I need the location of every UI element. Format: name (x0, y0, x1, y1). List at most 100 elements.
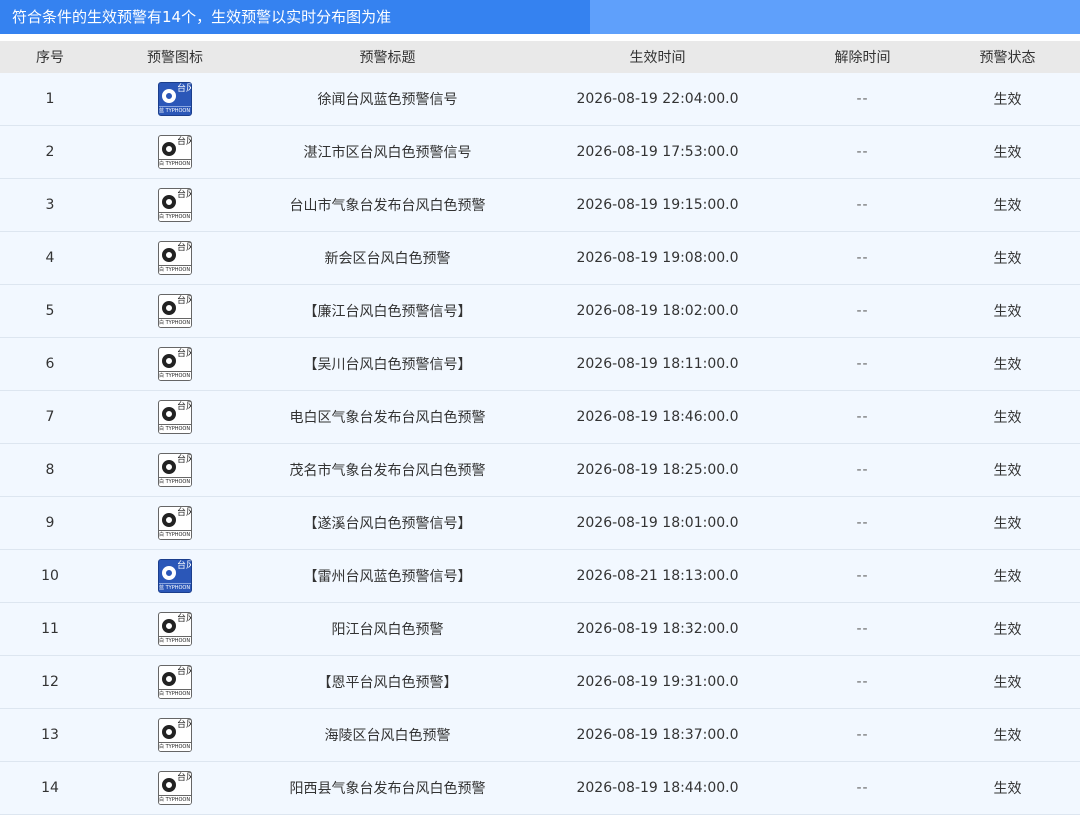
row-icon-cell: 台风白 TYPHOON (100, 656, 250, 708)
row-title[interactable]: 湛江市区台风白色预警信号 (250, 126, 525, 178)
row-release-time: -- (856, 515, 869, 531)
swirl-mark (162, 301, 176, 315)
banner-text: 符合条件的生效预警有14个，生效预警以实时分布图为准 (12, 8, 392, 26)
sign-strip: 白 TYPHOON (159, 530, 191, 539)
swirl-mark (162, 725, 176, 739)
row-effective-time: 2026-08-19 18:11:00.0 (576, 356, 739, 372)
row-title[interactable]: 【雷州台风蓝色预警信号】 (250, 550, 525, 602)
sign-en: TYPHOON (165, 267, 191, 273)
row-seq: 12 (41, 674, 59, 690)
row-title[interactable]: 【廉江台风白色预警信号】 (250, 285, 525, 337)
row-effective-time: 2026-08-19 17:53:00.0 (576, 144, 739, 160)
header-icon: 预警图标 (147, 50, 203, 66)
sign-strip: 白 TYPHOON (159, 371, 191, 380)
row-release-time: -- (856, 303, 869, 319)
table-row[interactable]: 2 台风白 TYPHOON 湛江市区台风白色预警信号 2026-08-19 17:53… (0, 126, 1080, 179)
row-status: 生效 (993, 675, 1022, 691)
sign-en: TYPHOON (165, 797, 191, 803)
row-release-time: -- (856, 621, 869, 637)
sign-strip: 白 TYPHOON (159, 636, 191, 645)
row-title[interactable]: 茂名市气象台发布台风白色预警 (250, 444, 525, 496)
row-title[interactable]: 徐闻台风蓝色预警信号 (250, 73, 525, 125)
row-seq: 1 (45, 91, 55, 107)
row-release-time: -- (856, 197, 869, 213)
sign-color-char: 白 (159, 267, 165, 273)
row-icon-cell: 台风白 TYPHOON (100, 391, 250, 443)
typhoon-white-icon: 台风白 TYPHOON (158, 771, 192, 805)
table-row[interactable]: 8 台风白 TYPHOON 茂名市气象台发布台风白色预警 2026-08-19 18:… (0, 444, 1080, 497)
sign-strip: 白 TYPHOON (159, 424, 191, 433)
sign-strip: 白 TYPHOON (159, 212, 191, 221)
swirl-mark (162, 195, 176, 209)
table-header: 序号 预警图标 预警标题 生效时间 解除时间 预警状态 (0, 41, 1080, 73)
row-title[interactable]: 【吴川台风白色预警信号】 (250, 338, 525, 390)
header-status: 预警状态 (979, 50, 1036, 66)
row-release-time: -- (856, 568, 869, 584)
row-title[interactable]: 【遂溪台风白色预警信号】 (250, 497, 525, 549)
row-title[interactable]: 台山市气象台发布台风白色预警 (250, 179, 525, 231)
row-title[interactable]: 电白区气象台发布台风白色预警 (250, 391, 525, 443)
row-effective-time: 2026-08-19 19:15:00.0 (576, 197, 739, 213)
sign-color-char: 白 (159, 638, 165, 644)
row-title[interactable]: 新会区台风白色预警 (250, 232, 525, 284)
sign-color-char: 白 (159, 744, 165, 750)
row-icon-cell: 台风白 TYPHOON (100, 126, 250, 178)
row-seq: 2 (45, 144, 55, 160)
sign-en: TYPHOON (165, 638, 191, 644)
row-status: 生效 (993, 198, 1022, 214)
sign-strip: 白 TYPHOON (159, 689, 191, 698)
swirl-mark (162, 672, 176, 686)
sign-char: 台风 (177, 243, 191, 253)
row-title[interactable]: 阳江台风白色预警 (250, 603, 525, 655)
row-seq: 14 (41, 780, 59, 796)
row-seq: 10 (41, 568, 59, 584)
sign-color-char: 白 (159, 161, 165, 167)
row-effective-time: 2026-08-19 18:01:00.0 (576, 515, 739, 531)
row-effective-time: 2026-08-21 18:13:00.0 (576, 568, 739, 584)
row-seq: 6 (45, 356, 55, 372)
sign-en: TYPHOON (165, 744, 191, 750)
table-row[interactable]: 10 台风蓝 TYPHOON 【雷州台风蓝色预警信号】 2026-08-21 18:1… (0, 550, 1080, 603)
row-title[interactable]: 阳西县气象台发布台风白色预警 (250, 762, 525, 814)
row-icon-cell: 台风蓝 TYPHOON (100, 550, 250, 602)
sign-char: 台风 (177, 455, 191, 465)
table-row[interactable]: 3 台风白 TYPHOON 台山市气象台发布台风白色预警 2026-08-19 19:… (0, 179, 1080, 232)
table-row[interactable]: 4 台风白 TYPHOON 新会区台风白色预警 2026-08-19 19:08:00… (0, 232, 1080, 285)
sign-en: TYPHOON (165, 108, 191, 114)
table-row[interactable]: 13 台风白 TYPHOON 海陵区台风白色预警 2026-08-19 18:37:0… (0, 709, 1080, 762)
table-row[interactable]: 9 台风白 TYPHOON 【遂溪台风白色预警信号】 2026-08-19 18:01… (0, 497, 1080, 550)
row-status: 生效 (993, 251, 1022, 267)
row-icon-cell: 台风白 TYPHOON (100, 444, 250, 496)
swirl-mark (162, 566, 176, 580)
sign-color-char: 蓝 (159, 108, 165, 114)
sign-color-char: 白 (159, 532, 165, 538)
row-release-time: -- (856, 674, 869, 690)
typhoon-white-icon: 台风白 TYPHOON (158, 506, 192, 540)
row-seq: 13 (41, 727, 59, 743)
row-effective-time: 2026-08-19 22:04:00.0 (576, 91, 739, 107)
sign-color-char: 白 (159, 214, 165, 220)
row-release-time: -- (856, 356, 869, 372)
row-effective-time: 2026-08-19 18:46:00.0 (576, 409, 739, 425)
sign-char: 台风 (177, 773, 191, 783)
sign-char: 台风 (177, 667, 191, 677)
swirl-mark (162, 89, 176, 103)
table-row[interactable]: 7 台风白 TYPHOON 电白区气象台发布台风白色预警 2026-08-19 18:… (0, 391, 1080, 444)
typhoon-white-icon: 台风白 TYPHOON (158, 665, 192, 699)
sign-strip: 白 TYPHOON (159, 318, 191, 327)
row-seq: 4 (45, 250, 55, 266)
typhoon-white-icon: 台风白 TYPHOON (158, 347, 192, 381)
row-effective-time: 2026-08-19 18:37:00.0 (576, 727, 739, 743)
table-row[interactable]: 11 台风白 TYPHOON 阳江台风白色预警 2026-08-19 18:32:00… (0, 603, 1080, 656)
typhoon-white-icon: 台风白 TYPHOON (158, 718, 192, 752)
row-title[interactable]: 【恩平台风白色预警】 (250, 656, 525, 708)
header-effective-time: 生效时间 (629, 50, 686, 66)
row-status: 生效 (993, 463, 1022, 479)
table-row[interactable]: 12 台风白 TYPHOON 【恩平台风白色预警】 2026-08-19 19:31:… (0, 656, 1080, 709)
table-row[interactable]: 14 台风白 TYPHOON 阳西县气象台发布台风白色预警 2026-08-19 18… (0, 762, 1080, 815)
warnings-table: 序号 预警图标 预警标题 生效时间 解除时间 预警状态 1台风蓝 TYPHOON… (0, 41, 1080, 815)
table-row[interactable]: 1 台风蓝 TYPHOON 徐闻台风蓝色预警信号 2026-08-19 22:04:0… (0, 73, 1080, 126)
table-row[interactable]: 6 台风白 TYPHOON 【吴川台风白色预警信号】 2026-08-19 18:11… (0, 338, 1080, 391)
row-title[interactable]: 海陵区台风白色预警 (250, 709, 525, 761)
table-row[interactable]: 5 台风白 TYPHOON 【廉江台风白色预警信号】 2026-08-19 18:02… (0, 285, 1080, 338)
